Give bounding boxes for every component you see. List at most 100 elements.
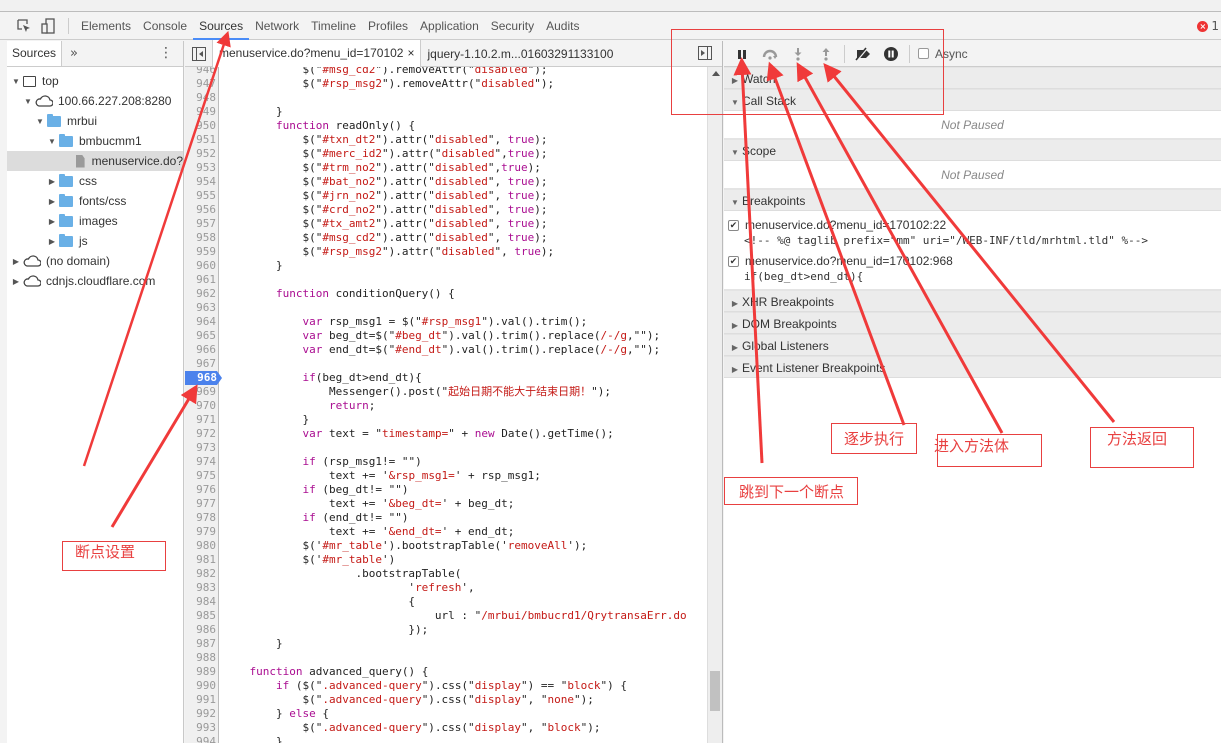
line-number[interactable]: 962 [185,287,216,301]
tab-audits[interactable]: Audits [540,13,585,40]
line-number[interactable]: 959 [185,245,216,259]
tree-item[interactable]: ▼ mrbui [7,111,183,131]
line-number[interactable]: 992 [185,707,216,721]
more-tabs-icon[interactable]: » [70,46,78,61]
line-number[interactable]: 958 [185,231,216,245]
tree-item[interactable]: ▶ cdnjs.cloudflare.com [7,271,183,291]
device-mode-icon[interactable] [40,18,56,34]
line-number[interactable]: 970 [185,399,216,413]
line-number[interactable]: 971 [185,413,216,427]
line-number[interactable]: 967 [185,357,216,371]
line-number[interactable]: 993 [185,721,216,735]
line-number[interactable]: 953 [185,161,216,175]
line-number[interactable]: 982 [185,567,216,581]
line-number[interactable]: 965 [185,329,216,343]
breakpoint-item[interactable]: ✔ menuservice.do?menu_id=170102:968 if(be… [724,251,1221,287]
breakpoint-checkbox[interactable]: ✔ [728,255,739,267]
line-number[interactable]: 948 [185,91,216,105]
line-number[interactable]: 952 [185,147,216,161]
line-number[interactable]: 985 [185,609,216,623]
tree-item[interactable]: ▶ js [7,231,183,251]
line-number[interactable]: 960 [185,259,216,273]
expanded-arrow-icon[interactable]: ▼ [47,137,57,146]
expanded-arrow-icon[interactable]: ▼ [11,77,21,86]
line-number[interactable]: 964 [185,315,216,329]
tab-elements[interactable]: Elements [75,13,137,40]
line-number[interactable]: 977 [185,497,216,511]
line-number[interactable]: 981 [185,553,216,567]
editor-tab-menuservice[interactable]: menuservice.do?menu_id=170102 × [212,40,422,67]
line-number[interactable]: 976 [185,483,216,497]
line-number[interactable]: 980 [185,539,216,553]
tab-network[interactable]: Network [249,13,305,40]
line-number[interactable]: 994 [185,735,216,743]
line-number[interactable]: 969 [185,385,216,399]
line-number[interactable]: 950 [185,119,216,133]
tree-item[interactable]: ▶ (no domain) [7,251,183,271]
line-number[interactable]: 975 [185,469,216,483]
line-number[interactable]: 991 [185,693,216,707]
section-event-listener-breakpoints[interactable]: ▶ Event Listener Breakpoints [724,356,1221,378]
line-number[interactable]: 955 [185,189,216,203]
tab-console[interactable]: Console [137,13,193,40]
line-number[interactable]: 989 [185,665,216,679]
inspect-element-icon[interactable] [16,18,32,34]
collapsed-arrow-icon[interactable]: ▶ [11,257,21,266]
line-number[interactable]: 974 [185,455,216,469]
tab-application[interactable]: Application [414,13,485,40]
line-number[interactable]: 956 [185,203,216,217]
line-number[interactable]: 988 [185,651,216,665]
line-number[interactable]: 954 [185,175,216,189]
toggle-navigator-icon[interactable] [192,46,206,61]
tab-sources[interactable]: Sources [193,13,250,40]
error-counter[interactable]: × 1 [1197,19,1219,33]
tree-item[interactable]: ▶ fonts/css [7,191,183,211]
tree-item[interactable]: ▼ bmbucmm1 [7,131,183,151]
breakpoint-marker[interactable]: 968 [185,371,222,385]
collapsed-arrow-icon[interactable]: ▶ [11,277,21,286]
kebab-menu-icon[interactable]: ⋮ [159,45,173,61]
line-number[interactable]: 957 [185,217,216,231]
line-number[interactable]: 972 [185,427,216,441]
tab-security[interactable]: Security [485,13,540,40]
line-number[interactable]: 979 [185,525,216,539]
expanded-arrow-icon[interactable]: ▼ [23,97,33,106]
tree-item[interactable]: ▶ images [7,211,183,231]
tab-profiles[interactable]: Profiles [362,13,414,40]
line-number[interactable]: 990 [185,679,216,693]
collapsed-arrow-icon[interactable]: ▶ [47,217,57,226]
tab-timeline[interactable]: Timeline [305,13,362,40]
line-number[interactable]: 983 [185,581,216,595]
line-number[interactable]: 947 [185,77,216,91]
line-number[interactable]: 966 [185,343,216,357]
collapsed-arrow-icon[interactable]: ▶ [47,197,57,206]
breakpoint-checkbox[interactable]: ✔ [728,219,739,231]
line-number[interactable]: 973 [185,441,216,455]
navigator-tab-sources[interactable]: Sources [7,41,63,66]
line-number[interactable]: 949 [185,105,216,119]
collapsed-arrow-icon[interactable]: ▶ [47,237,57,246]
tree-item[interactable]: ▼ 100.66.227.208:8280 [7,91,183,111]
close-tab-icon[interactable]: × [407,46,414,60]
line-number[interactable]: 951 [185,133,216,147]
scrollbar-thumb[interactable] [710,671,720,711]
section-dom-breakpoints[interactable]: ▶ DOM Breakpoints [724,312,1221,334]
line-number[interactable]: 987 [185,637,216,651]
editor-scrollbar[interactable] [707,67,722,743]
line-number[interactable]: 986 [185,623,216,637]
line-number[interactable]: 984 [185,595,216,609]
tree-item[interactable]: ▶ css [7,171,183,191]
tree-item[interactable]: menuservice.do? [7,151,183,171]
line-number[interactable]: 963 [185,301,216,315]
line-number[interactable]: 946 [185,67,216,77]
expanded-arrow-icon[interactable]: ▼ [35,117,45,126]
code-area[interactable]: 946 $("#msg_cd2").removeAttr("disabled")… [185,67,722,743]
section-global-listeners[interactable]: ▶ Global Listeners [724,334,1221,356]
section-scope[interactable]: ▼ Scope [724,139,1221,161]
collapsed-arrow-icon[interactable]: ▶ [47,177,57,186]
editor-tab-jquery[interactable]: jquery-1.10.2.m...01603291133100 [421,41,619,67]
section-breakpoints[interactable]: ▼ Breakpoints [724,189,1221,211]
line-number[interactable]: 961 [185,273,216,287]
breakpoint-item[interactable]: ✔ menuservice.do?menu_id=170102:22 <!-- %… [724,215,1221,251]
section-xhr-breakpoints[interactable]: ▶ XHR Breakpoints [724,290,1221,312]
